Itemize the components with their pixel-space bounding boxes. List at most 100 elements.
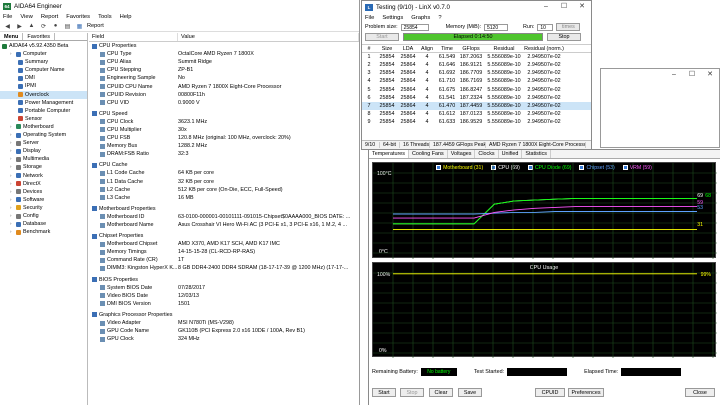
table-row[interactable]: GPU Clock 324 MHz [89,335,359,343]
report-icon[interactable]: ▦ [75,22,84,30]
results-column-header[interactable]: GFlops [458,46,484,52]
user-icon[interactable]: ● [51,22,60,30]
tree-item[interactable]: Computer Name [0,66,87,74]
expand-icon[interactable]: › [10,196,15,204]
tree-item[interactable]: › Software [0,196,87,204]
table-row[interactable]: Video Adapter MSI N780Ti (MS-V298) [89,319,359,327]
results-column-header[interactable]: # [362,46,376,52]
expand-icon[interactable]: › [10,123,15,131]
tree-item[interactable]: › Display [0,147,87,155]
table-row[interactable]: Engineering Sample No [89,74,359,82]
table-row[interactable]: L1 Code Cache 64 KB per core [89,169,359,177]
table-row[interactable]: 9 25854 25864 4 61.633 186.9529 5.556089e-10 2.… [362,118,591,126]
section-header[interactable]: CPU Speed [89,110,359,118]
results-column-header[interactable]: LDA [398,46,418,52]
times-button[interactable]: times [556,23,581,31]
tree-item[interactable]: AIDA64 v5.92.4350 Beta [0,42,87,50]
table-row[interactable]: CPU FSB 120.8 MHz (original: 100 MHz, ove… [89,134,359,142]
tree-item[interactable]: › Network [0,172,87,180]
sidebar-tab-favorites[interactable]: Favorites [23,33,55,40]
table-row[interactable]: 4 25854 25864 4 61.710 186.7169 5.556089e-10 2.… [362,77,591,85]
problem-size-input[interactable]: 25854 [400,23,429,31]
expand-icon[interactable]: › [10,139,15,147]
linx-menu-item[interactable]: ? [438,15,441,21]
close-button[interactable]: Close [685,388,715,397]
tab-statistics[interactable]: Statistics [522,150,551,158]
minimize-icon[interactable]: – [665,69,683,81]
tree-item[interactable]: Portable Computer [0,107,87,115]
linx-menu-item[interactable]: Graphs [411,15,430,21]
results-column-header[interactable]: Time [436,46,458,52]
save-button[interactable]: Save [458,388,482,397]
field-column-header[interactable]: Field [89,33,178,41]
tab-voltages[interactable]: Voltages [448,150,476,158]
section-header[interactable]: CPU Cache [89,161,359,169]
sidebar-tab-menu[interactable]: Menu [0,33,24,40]
tree-item[interactable]: › Motherboard [0,123,87,131]
table-row[interactable]: DIMM3: Kingston HyperX K... 8 GB DDR4-240… [89,264,359,272]
section-header[interactable]: Motherboard Properties [89,205,359,213]
expand-icon[interactable]: › [10,204,15,212]
menu-item-file[interactable]: File [3,14,12,20]
tree-item[interactable]: Power Management [0,99,87,107]
table-row[interactable]: L1 Data Cache 32 KB per core [89,178,359,186]
refresh-icon[interactable]: ⟳ [39,22,48,30]
section-header[interactable]: BIOS Properties [89,276,359,284]
table-row[interactable]: DMI BIOS Version 1501 [89,300,359,308]
tree-item[interactable]: › Devices [0,188,87,196]
table-row[interactable]: Motherboard Name Asus Crosshair VI Hero W… [89,221,359,229]
menu-item-tools[interactable]: Tools [98,14,112,20]
up-icon[interactable]: ▲ [27,22,36,30]
preferences-button[interactable]: Preferences [568,388,604,397]
stop-button[interactable]: Stop [547,33,581,41]
expand-icon[interactable]: › [10,50,15,58]
tree-item[interactable]: › DirectX [0,180,87,188]
table-row[interactable]: CPU Type OctalCore AMD Ryzen 7 1800X [89,50,359,58]
tree-item[interactable]: › Storage [0,163,87,171]
tab-cooling-fans[interactable]: Cooling Fans [409,150,448,158]
expand-icon[interactable]: › [10,131,15,139]
menu-item-view[interactable]: View [20,14,32,20]
tree-item[interactable]: Summary [0,58,87,66]
value-column-header[interactable]: Value [178,33,359,41]
tree-item[interactable]: › Database [0,220,87,228]
table-row[interactable]: L3 Cache 16 MB [89,194,359,202]
forward-icon[interactable]: ▶ [15,22,24,30]
expand-icon[interactable]: › [10,180,15,188]
chart-icon[interactable]: ▤ [63,22,72,30]
section-header[interactable]: CPU Properties [89,42,359,50]
maximize-icon[interactable]: ☐ [555,1,573,13]
tree-item[interactable]: Overclock [0,90,87,99]
linx-menu-item[interactable]: Settings [382,15,403,21]
stop-button[interactable]: Stop [400,388,424,397]
report-button[interactable]: Report [87,23,104,29]
menu-item-help[interactable]: Help [120,14,132,20]
close-icon[interactable]: ✕ [573,1,591,13]
section-header[interactable]: Graphics Processor Properties [89,311,359,319]
clear-button[interactable]: Clear [429,388,453,397]
start-button[interactable]: Start [372,388,396,397]
table-row[interactable]: 7 25854 25864 4 61.470 187.4459 5.556089e-10 2.… [362,101,591,110]
tree-item[interactable]: › Config [0,212,87,220]
table-row[interactable]: 8 25854 25864 4 61.612 187.0123 5.556089e-10 2.… [362,110,591,118]
tree-item[interactable]: › Server [0,139,87,147]
memory-input[interactable]: 5120 [484,23,508,31]
expand-icon[interactable]: › [10,172,15,180]
table-row[interactable]: DRAM:FSB Ratio 32:3 [89,150,359,158]
expand-icon[interactable]: › [10,220,15,228]
tab-clocks[interactable]: Clocks [475,150,499,158]
results-column-header[interactable]: Align [418,46,436,52]
table-row[interactable]: Motherboard ID 63-0100-000001-00101111-09… [89,213,359,221]
close-icon[interactable]: ✕ [701,69,719,81]
expand-icon[interactable]: › [10,212,15,220]
expand-icon[interactable]: › [10,163,15,171]
tree-item[interactable]: › Operating System [0,131,87,139]
table-row[interactable]: 1 25854 25864 4 61.549 187.2063 5.556089e-10 2.… [362,53,591,61]
section-header[interactable]: Chipset Properties [89,232,359,240]
table-row[interactable]: CPU Multiplier 30x [89,126,359,134]
table-row[interactable]: CPU Stepping ZP-B1 [89,66,359,74]
table-row[interactable]: L2 Cache 512 KB per core (On-Die, ECC, Fu… [89,186,359,194]
expand-icon[interactable]: › [10,188,15,196]
table-row[interactable]: 6 25854 25864 4 61.541 187.2324 5.556089e-10 2.… [362,94,591,102]
table-row[interactable]: Video BIOS Date 12/03/13 [89,292,359,300]
